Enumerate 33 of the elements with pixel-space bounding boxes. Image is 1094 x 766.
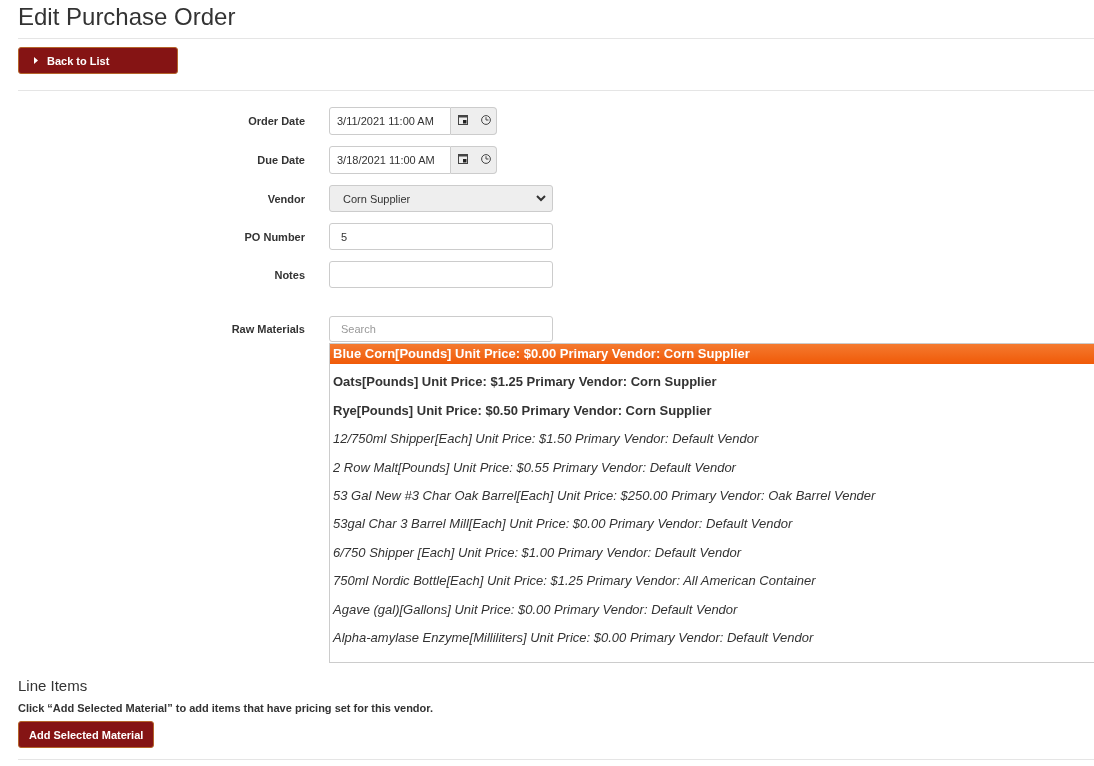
material-option[interactable]: 53gal Char 3 Barrel Mill[Each] Unit Price: $0.00 Primary Vendor: Default Vendor [330,506,1094,535]
vendor-select[interactable]: Corn Supplier [329,185,553,212]
material-option[interactable]: 6/750 Shipper [Each] Unit Price: $1.00 Primary Vendor: Default Vendor [330,534,1094,564]
field-label: PO Number [244,230,305,243]
material-option[interactable]: 12/750ml Shipper[Each] Unit Price: $1.50 Primary Vendor: Default Vendor [330,421,1094,450]
date-field[interactable]: 3/11/2021 11:00 AM [329,107,451,135]
calendar-icon[interactable] [458,154,468,164]
caret-right-icon [34,57,38,64]
material-option[interactable]: 53 Gal New #3 Char Oak Barrel[Each] Unit Price: $250.00 Primary Vendor: Oak Barrel Vender [330,478,1094,507]
field-label: Raw Materials [231,322,305,337]
section-heading: Line Items [18,677,88,696]
material-option[interactable]: 750ml Nordic Bottle[Each] Unit Price: $1.25 Primary Vendor: All American Container [330,563,1094,592]
field-label: Order Date [248,115,305,127]
date-field[interactable]: 3/18/2021 11:00 AM [329,146,451,174]
material-option[interactable]: Agave (gal)[Gallons] Unit Price: $0.00 Primary Vendor: Default Vendor [330,591,1094,621]
field-label: Due Date [257,154,305,166]
material-option[interactable]: Oats[Pounds] Unit Price: $1.25 Primary Vendor: Corn Supplier [330,364,1094,393]
instruction-text: Click “Add Selected Material” to add items that have pricing set for this vendor. [18,702,434,716]
chevron-down-icon [536,195,546,202]
text-field[interactable]: 5 [329,223,553,250]
page-title: Edit Purchase Order [18,4,236,30]
back-to-list-button[interactable]: Back to List [18,47,178,74]
material-option[interactable]: Alpha-amylase Enzyme[Milliliters] Unit Price: $0.00 Primary Vendor: Default Vendor [330,620,1094,649]
field-label: Vendor [267,192,305,205]
material-option[interactable]: 2 Row Malt[Pounds] Unit Price: $0.55 Primary Vendor: Default Vendor [330,449,1094,479]
field-label: Notes [274,268,305,281]
add-selected-material-button[interactable]: Add Selected Material [18,721,155,749]
clock-icon[interactable] [481,115,491,125]
calendar-icon[interactable] [458,115,468,125]
text-field[interactable] [329,261,553,288]
material-option[interactable]: Rye[Pounds] Unit Price: $0.50 Primary Vendor: Corn Supplier [330,392,1094,422]
search-field[interactable]: Search [329,316,553,342]
clock-icon[interactable] [481,154,491,164]
